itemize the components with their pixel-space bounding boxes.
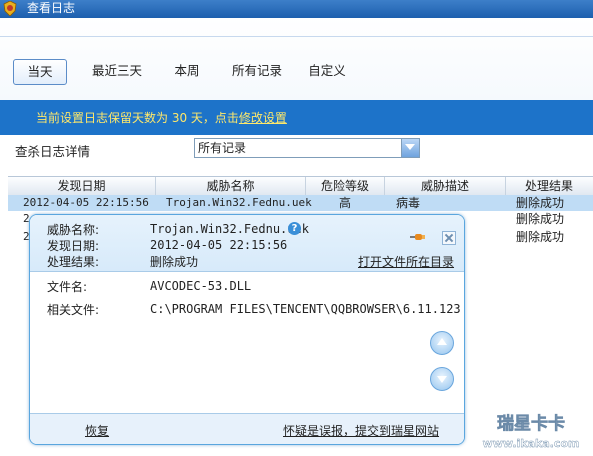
ikaka-watermark-logo: 瑞星卡卡 www.ikaka.com [482,413,580,451]
tab-last-three-days[interactable]: 最近三天 [87,59,147,83]
popup-footer: 恢复 怀疑是误报，提交到瑞星网站 [30,413,464,444]
record-filter-select[interactable]: 所有记录 [194,138,420,158]
tab-today[interactable]: 当天 [13,59,67,85]
threat-detail-popup: 威胁名称: Trojan.Win32.Fednu.uek ? 发现日期: 201… [29,214,465,445]
cell-date: 2012-04-05 22:15:56 [23,196,149,209]
scroll-up-button[interactable] [430,331,454,355]
popup-header: 威胁名称: Trojan.Win32.Fednu.uek ? 发现日期: 201… [30,215,464,272]
record-filter-value: 所有记录 [198,141,247,155]
tab-all-records[interactable]: 所有记录 [228,59,286,83]
cell-threat-name: Trojan.Win32.Fednu.uek [166,196,312,209]
log-table-header: 发现日期 威胁名称 危险等级 威胁描述 处理结果 [8,176,593,196]
toolbar: 当天 最近三天 本周 所有记录 自定义 [0,18,593,101]
cell-result: 删除成功 [516,230,565,244]
notice-text: 当前设置日志保留天数为 30 天，点击修改设置 [36,109,287,126]
window-title: 查看日志 [27,1,76,15]
report-false-positive-link[interactable]: 怀疑是误报，提交到瑞星网站 [283,422,439,439]
cell-result: 删除成功 [516,196,565,210]
tab-this-week[interactable]: 本周 [168,59,206,83]
threat-name-label: 威胁名称: [47,223,100,237]
file-name-value: AVCODEC-53.DLL [150,279,252,293]
retention-notice: 当前设置日志保留天数为 30 天，点击修改设置 [0,100,593,135]
watermark-brand: 瑞星卡卡 [497,413,565,434]
scroll-down-button[interactable] [430,367,454,391]
result-label: 处理结果: [47,255,100,269]
col-threat-name[interactable]: 威胁名称 [156,177,306,195]
cell-level: 高 [339,196,352,210]
help-icon[interactable]: ? [288,222,301,235]
related-file-value: C:\PROGRAM FILES\TENCENT\QQBROWSER\6.11.… [150,302,461,316]
col-found-date[interactable]: 发现日期 [8,177,156,195]
found-date-label: 发现日期: [47,239,100,253]
file-name-label: 文件名: [47,280,88,294]
cell-desc: 病毒 [396,196,421,210]
modify-settings-link[interactable]: 修改设置 [239,111,287,125]
cell-result: 删除成功 [516,212,565,226]
result-value: 删除成功 [150,255,199,269]
found-date-value: 2012-04-05 22:15:56 [150,238,288,252]
open-file-location-link[interactable]: 打开文件所在目录 [358,253,454,270]
pin-icon[interactable] [410,233,426,241]
threat-name-value: Trojan.Win32.Fednu.uek [150,222,309,236]
tab-custom[interactable]: 自定义 [304,59,350,83]
col-result[interactable]: 处理结果 [506,177,592,195]
notice-prefix: 当前设置日志保留天数为 30 天，点击 [36,111,239,125]
close-icon[interactable] [442,231,456,245]
col-risk-level[interactable]: 危险等级 [306,177,385,195]
watermark-url: www.ikaka.com [483,437,580,450]
toolbar-divider [0,36,593,37]
col-threat-desc[interactable]: 威胁描述 [385,177,506,195]
table-row[interactable]: 2012-04-05 22:15:56 Trojan.Win32.Fednu.u… [8,195,593,211]
restore-link[interactable]: 恢复 [85,422,109,439]
title-bar: 查看日志 [0,0,593,18]
filter-label: 查杀日志详情 [15,144,91,159]
related-file-label: 相关文件: [47,303,100,317]
chevron-down-icon[interactable] [401,139,419,157]
rising-logo-icon [3,1,17,16]
